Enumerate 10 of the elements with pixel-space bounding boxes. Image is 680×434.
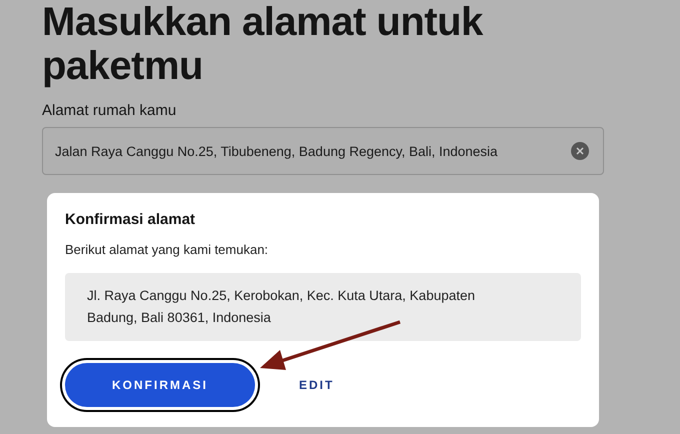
field-label: Alamat rumah kamu: [42, 102, 178, 119]
field-value: Jalan Raya Canggu No.25, Tibubeneng, Badung Regency, Bali, Indonesia: [55, 144, 499, 158]
found-address: Jl. Raya Canggu No.25, Kerobokan, Kec. Kuta Utara, Kabupaten Badung, Bali 80361, Indonesia: [65, 273, 581, 341]
dialog-title: Konfirmasi alamat: [65, 211, 196, 228]
address-field[interactable]: Jalan Raya Canggu No.25, Tibubeneng, Badung Regency, Bali, Indonesia: [42, 127, 604, 175]
dialog-message: Berikut alamat yang kami temukan:: [65, 242, 270, 257]
clear-icon[interactable]: [571, 142, 589, 160]
confirm-button[interactable]: KONFIRMASI: [65, 363, 255, 407]
edit-link[interactable]: EDIT: [295, 372, 338, 398]
page-heading: Masukkan alamat untuk paketmu: [42, 0, 484, 88]
